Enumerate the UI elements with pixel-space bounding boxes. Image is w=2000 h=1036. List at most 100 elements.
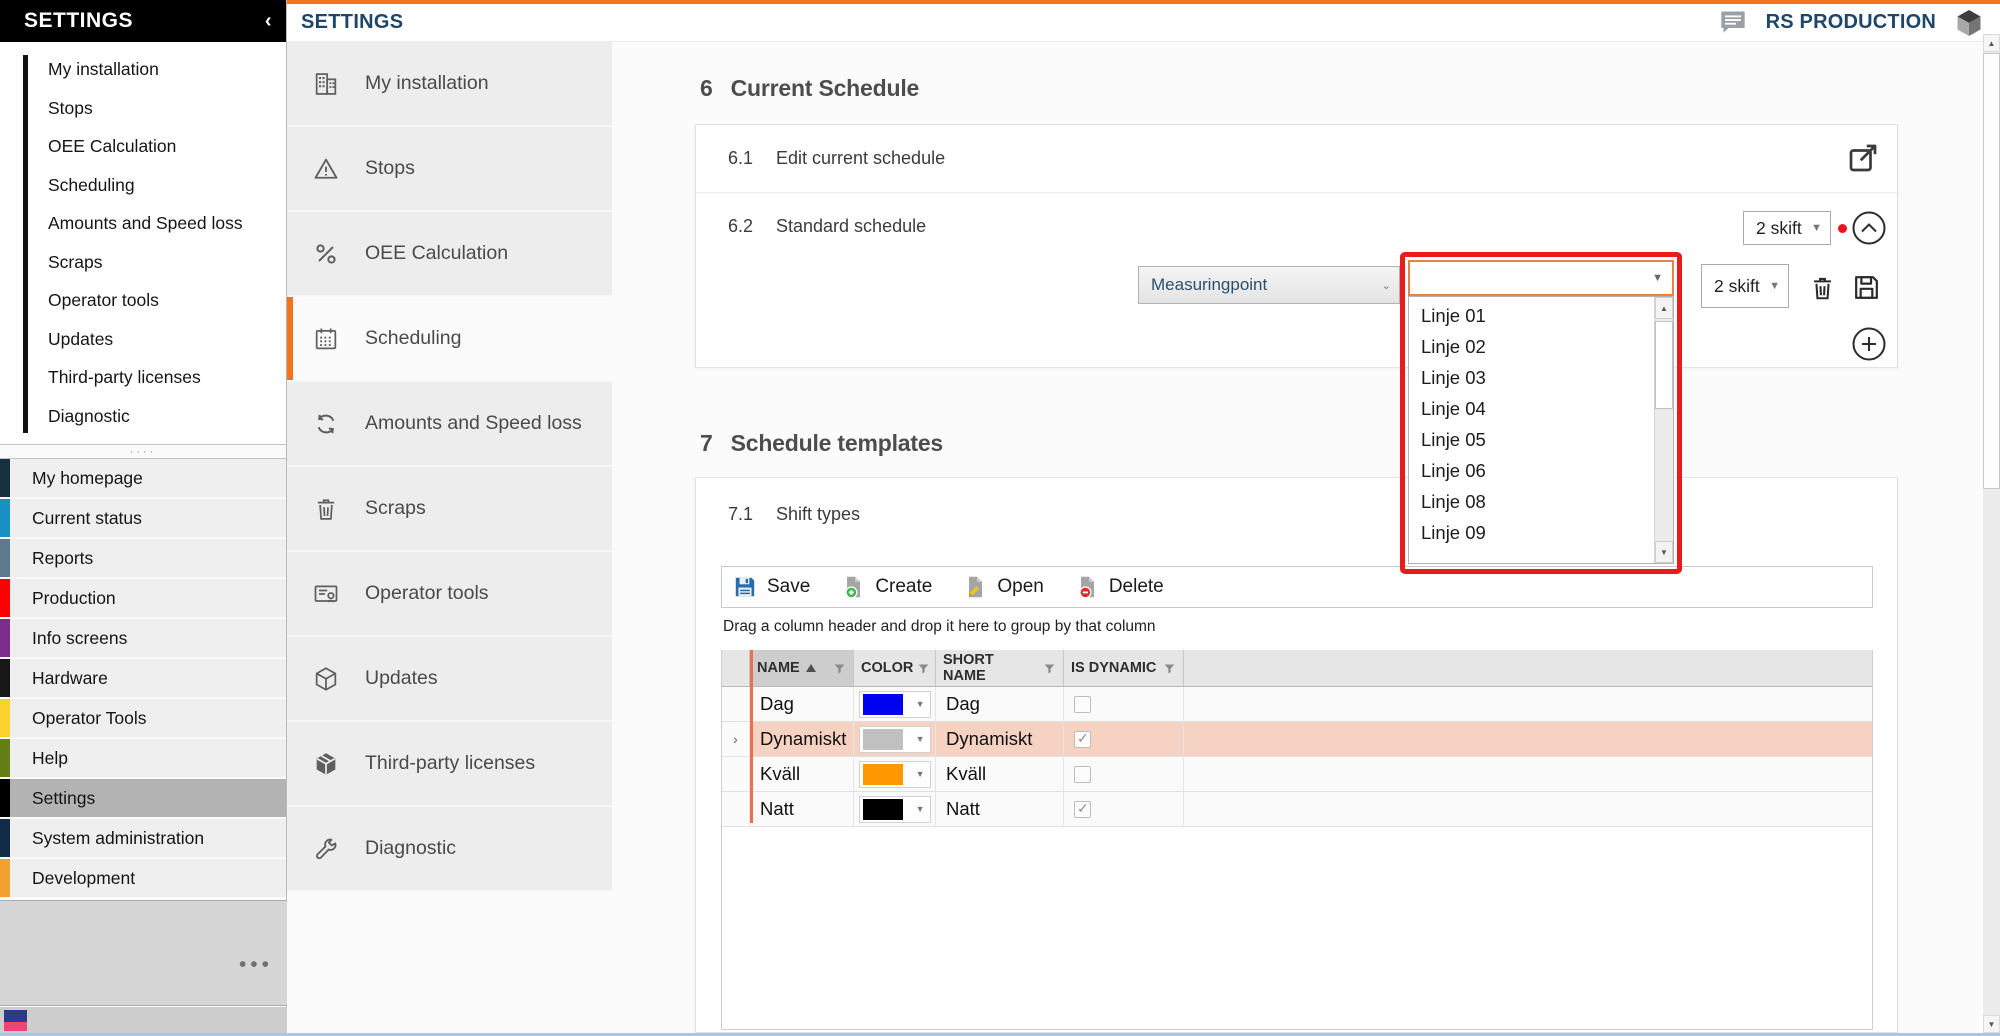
settings-nav-oee-calculation[interactable]: OEE Calculation [287,212,612,297]
option-linje-05[interactable]: Linje 05 [1409,424,1654,455]
sidebar-item-development[interactable]: Development [0,859,286,897]
sidebar-item-help[interactable]: Help [0,739,286,777]
collapse-sidebar-icon[interactable]: ‹ [265,11,272,31]
settings-nav-scheduling[interactable]: Scheduling [287,297,612,382]
scrollbar-thumb[interactable] [1655,321,1673,409]
row-expander-cell[interactable]: › [722,722,750,756]
scrollbar-thumb[interactable] [1983,53,2000,489]
short-name-cell[interactable]: Dynamiskt [936,722,1064,756]
chevron-down-icon: ⌄ [1382,279,1399,292]
filter-funnel-icon[interactable] [829,662,846,675]
column-header-name[interactable]: NAME [750,650,854,687]
quick-link-scraps[interactable]: Scraps [0,243,286,282]
sidebar-item-settings[interactable]: Settings [0,779,286,817]
short-name-cell[interactable]: Dag [936,687,1064,721]
is-dynamic-checkbox[interactable] [1074,696,1091,713]
quick-link-third-party-licenses[interactable]: Third-party licenses [0,358,286,397]
name-cell[interactable]: Dag [750,687,854,721]
color-picker[interactable]: ▼ [859,761,931,788]
scroll-up-icon[interactable]: ▲ [1983,34,2000,52]
option-linje-09[interactable]: Linje 09 [1409,517,1654,548]
quick-link-scheduling[interactable]: Scheduling [0,166,286,205]
table-row-kvall[interactable]: Kväll ▼ Kväll [722,757,1872,792]
quick-link-stops[interactable]: Stops [0,89,286,128]
settings-nav-stops[interactable]: Stops [287,127,612,212]
sidebar-item-reports[interactable]: Reports [0,539,286,577]
row-schedule-select[interactable]: 2 skift ▼ [1701,264,1789,308]
sidebar-item-hardware[interactable]: Hardware [0,659,286,697]
column-header-color[interactable]: COLOR [854,650,936,687]
option-linje-03[interactable]: Linje 03 [1409,362,1654,393]
quick-link-diagnostic[interactable]: Diagnostic [0,397,286,436]
table-row-natt[interactable]: Natt ▼ Natt [722,792,1872,827]
scroll-down-icon[interactable]: ▼ [1983,1015,2000,1033]
quick-link-amounts-speed-loss[interactable]: Amounts and Speed loss [0,204,286,243]
is-dynamic-checkbox[interactable] [1074,731,1091,748]
option-linje-02[interactable]: Linje 02 [1409,331,1654,362]
open-button[interactable]: Open [962,574,1043,600]
name-cell[interactable]: Kväll [750,757,854,791]
filter-funnel-icon[interactable] [1039,662,1056,675]
settings-nav-my-installation[interactable]: My installation [287,42,612,127]
save-button[interactable]: Save [732,574,810,600]
standard-schedule-select[interactable]: 2 skift ▼ [1743,211,1831,245]
settings-nav-scraps[interactable]: Scraps [287,467,612,552]
sidebar-item-current-status[interactable]: Current status [0,499,286,537]
quick-link-operator-tools[interactable]: Operator tools [0,281,286,320]
short-name-cell[interactable]: Natt [936,792,1064,826]
delete-row-button[interactable] [1808,273,1837,303]
column-header-is-dynamic[interactable]: IS DYNAMIC [1064,650,1184,687]
settings-nav-third-party-licenses[interactable]: Third-party licenses [287,722,612,807]
name-cell[interactable]: Natt [750,792,854,826]
delete-button[interactable]: Delete [1074,574,1164,600]
column-header-short-name[interactable]: SHORT NAME [936,650,1064,687]
short-name-cell[interactable]: Kväll [936,757,1064,791]
create-button[interactable]: Create [840,574,932,600]
sidebar-resize-handle[interactable]: ···· [0,445,286,459]
quick-link-my-installation[interactable]: My installation [0,50,286,89]
is-dynamic-checkbox[interactable] [1074,801,1091,818]
row-expander-cell[interactable] [722,792,750,826]
sidebar-item-system-administration[interactable]: System administration [0,819,286,857]
settings-nav-diagnostic[interactable]: Diagnostic [287,807,612,892]
sidebar-item-operator-tools[interactable]: Operator Tools [0,699,286,737]
name-cell[interactable]: Dynamiskt [750,722,854,756]
settings-nav-operator-tools[interactable]: Operator tools [287,552,612,637]
settings-nav-amounts-speed-loss[interactable]: Amounts and Speed loss [287,382,612,467]
quick-link-updates[interactable]: Updates [0,320,286,359]
option-linje-01[interactable]: Linje 01 [1409,300,1654,331]
feedback-chat-icon[interactable] [1718,9,1748,36]
scroll-down-icon[interactable]: ▼ [1655,541,1673,563]
settings-nav-updates[interactable]: Updates [287,637,612,722]
measuringpoint-select[interactable]: Measuringpoint ⌄ [1138,266,1400,304]
sidebar-item-my-homepage[interactable]: My homepage [0,459,286,497]
color-picker[interactable]: ▼ [859,796,931,823]
table-row-dag[interactable]: Dag ▼ Dag [722,687,1872,722]
language-flag-icon[interactable] [4,1010,27,1031]
filter-funnel-icon[interactable] [913,662,930,675]
sidebar-item-info-screens[interactable]: Info screens [0,619,286,657]
add-row-button[interactable] [1851,326,1887,362]
listbox-scrollbar[interactable]: ▲ ▼ [1654,297,1673,563]
open-external-icon[interactable] [1845,140,1881,176]
schedule-line-combobox[interactable]: ▼ [1408,260,1674,296]
option-linje-08[interactable]: Linje 08 [1409,486,1654,517]
option-linje-04[interactable]: Linje 04 [1409,393,1654,424]
filter-funnel-icon[interactable] [1159,662,1176,675]
is-dynamic-checkbox[interactable] [1074,766,1091,783]
color-picker[interactable]: ▼ [859,691,931,718]
color-picker[interactable]: ▼ [859,726,931,753]
sidebar-overflow-menu[interactable]: ••• [239,954,273,975]
row-expander-cell[interactable] [722,687,750,721]
save-row-button[interactable] [1851,272,1882,303]
collapse-section-button[interactable] [1851,210,1887,246]
sidebar-item-production[interactable]: Production [0,579,286,617]
section-number: 6 [700,75,713,102]
page-scrollbar[interactable]: ▲ ▼ [1983,34,2000,1036]
row-expander-cell[interactable] [722,757,750,791]
hexagon-logo[interactable] [1954,8,1984,38]
option-linje-06[interactable]: Linje 06 [1409,455,1654,486]
quick-link-oee-calculation[interactable]: OEE Calculation [0,127,286,166]
table-row-dynamiskt[interactable]: › Dynamiskt ▼ Dynamiskt [722,722,1872,757]
scroll-up-icon[interactable]: ▲ [1655,297,1673,319]
